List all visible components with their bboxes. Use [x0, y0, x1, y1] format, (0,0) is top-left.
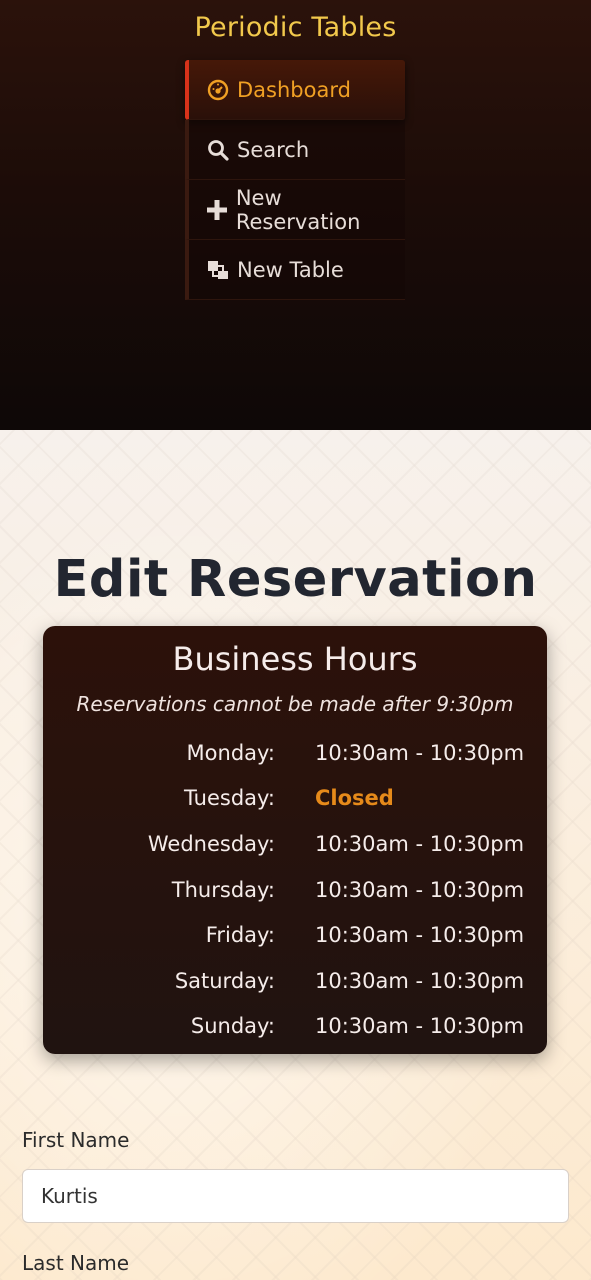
nav-label-new-reservation: New Reservation: [235, 185, 361, 234]
day-label: Thursday:: [171, 877, 275, 902]
top-navigation: Periodic Tables Dashboard Search New Res…: [0, 0, 591, 430]
page-title: Edit Reservation: [53, 550, 538, 609]
hours-row-tuesday: Tuesday: Closed: [43, 776, 547, 822]
search-icon: [205, 137, 231, 163]
hours-value: 10:30am - 10:30pm: [315, 740, 525, 765]
day-label: Wednesday:: [147, 831, 275, 856]
hours-value: 10:30am - 10:30pm: [315, 1014, 525, 1039]
last-name-label: Last Name: [22, 1251, 130, 1275]
hours-row-wednesday: Wednesday: 10:30am - 10:30pm: [43, 821, 547, 867]
app-title[interactable]: Periodic Tables: [0, 12, 591, 43]
business-hours-table: Monday: 10:30am - 10:30pm Tuesday: Close…: [43, 730, 547, 1049]
day-label: Saturday:: [174, 968, 275, 993]
day-label: Friday:: [205, 923, 275, 948]
nav-item-new-table[interactable]: New Table: [185, 240, 405, 300]
layers-icon: [205, 257, 231, 283]
day-label: Tuesday:: [184, 786, 275, 811]
day-label: Monday:: [186, 740, 275, 765]
hours-row-sunday: Sunday: 10:30am - 10:30pm: [43, 1004, 547, 1050]
dashboard-icon: [205, 77, 231, 103]
business-hours-card: Business Hours Reservations cannot be ma…: [43, 626, 547, 1054]
hours-row-thursday: Thursday: 10:30am - 10:30pm: [43, 867, 547, 913]
hours-row-monday: Monday: 10:30am - 10:30pm: [43, 730, 547, 776]
nav-item-dashboard[interactable]: Dashboard: [185, 60, 405, 120]
nav-menu: Dashboard Search New Reservation New Tab…: [185, 60, 405, 300]
nav-item-new-reservation[interactable]: New Reservation: [185, 180, 405, 240]
business-hours-title: Business Hours: [172, 640, 418, 678]
closed-status: Closed: [315, 786, 394, 811]
day-label: Sunday:: [190, 1014, 275, 1039]
nav-item-search[interactable]: Search: [185, 120, 405, 180]
nav-label-dashboard: Dashboard: [237, 77, 351, 102]
hours-value: 10:30am - 10:30pm: [315, 877, 525, 902]
main-content: Edit Reservation Business Hours Reservat…: [0, 430, 591, 1280]
hours-row-saturday: Saturday: 10:30am - 10:30pm: [43, 958, 547, 1004]
hours-value: 10:30am - 10:30pm: [315, 968, 525, 993]
first-name-label: First Name: [22, 1128, 130, 1152]
plus-icon: [205, 197, 230, 223]
hours-value: 10:30am - 10:30pm: [315, 923, 525, 948]
business-hours-note: Reservations cannot be made after 9:30pm: [76, 692, 514, 716]
nav-label-new-table: New Table: [237, 257, 344, 282]
nav-label-search: Search: [237, 137, 310, 162]
hours-row-friday: Friday: 10:30am - 10:30pm: [43, 912, 547, 958]
hours-value: 10:30am - 10:30pm: [315, 831, 525, 856]
first-name-input[interactable]: [22, 1169, 569, 1223]
